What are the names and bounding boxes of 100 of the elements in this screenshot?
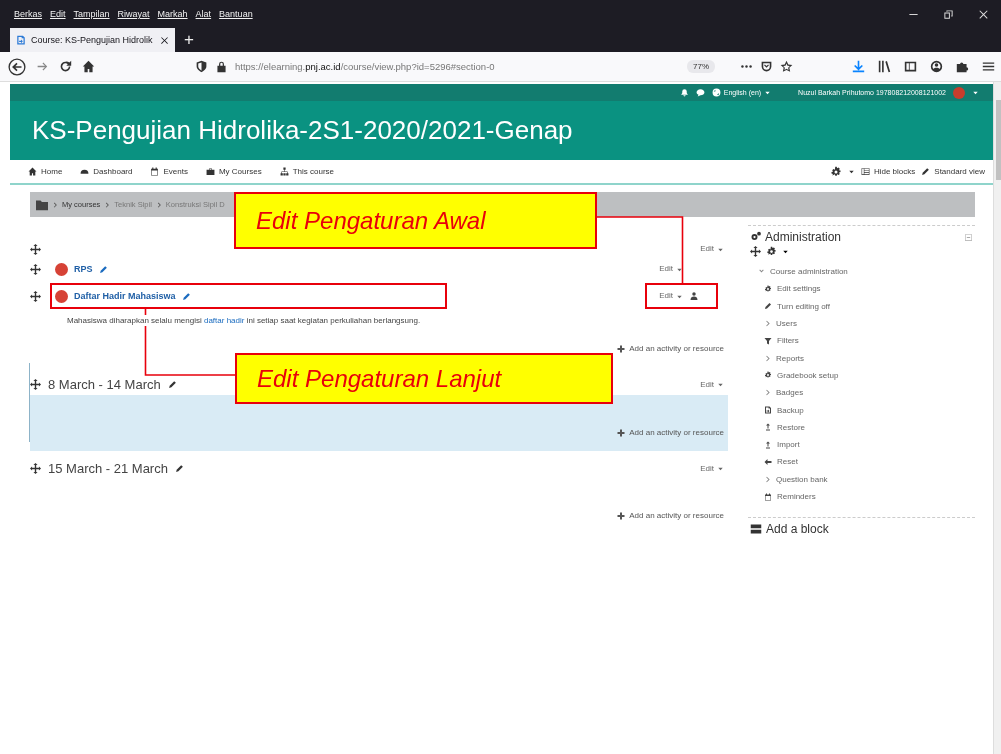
settings-icon[interactable] — [766, 246, 777, 257]
nav-link[interactable]: Hide blocks — [860, 167, 916, 176]
callout-label: Edit Pengaturan Lanjut — [235, 353, 613, 404]
menu-item[interactable]: Berkas — [14, 9, 42, 19]
tree-node[interactable]: Course administration — [750, 263, 973, 281]
sidebar-icon[interactable] — [904, 60, 917, 73]
bookmark-star-icon[interactable] — [780, 60, 793, 73]
chevron-right-icon — [104, 201, 111, 208]
move-icon[interactable] — [30, 463, 41, 474]
description-link[interactable]: daftar hadir — [203, 316, 245, 325]
menu-icon[interactable] — [982, 60, 995, 73]
download-icon[interactable] — [852, 60, 865, 73]
new-tab-button[interactable]: + — [175, 28, 203, 52]
admin-link[interactable]: Backup — [750, 401, 973, 419]
activity-icon — [55, 262, 68, 276]
account-icon[interactable] — [930, 60, 943, 73]
nav-link[interactable]: Home — [28, 167, 63, 176]
section-title: 8 March - 14 March — [48, 377, 161, 392]
admin-link[interactable]: Users — [750, 314, 973, 333]
pencil-icon — [764, 302, 772, 311]
menu-item[interactable]: Markah — [157, 9, 188, 19]
admin-link[interactable]: Reports — [750, 349, 973, 367]
menu-item[interactable]: Alat — [195, 9, 212, 19]
admin-link[interactable]: Filters — [750, 332, 973, 350]
move-icon[interactable] — [30, 243, 41, 255]
nav-link[interactable]: Dashboard — [80, 167, 133, 176]
menu-item[interactable]: Edit — [50, 9, 66, 19]
reload-button[interactable] — [59, 60, 72, 73]
menu-item[interactable]: Bantuan — [219, 9, 253, 19]
forward-button[interactable] — [36, 60, 49, 73]
nav-link[interactable]: Events — [150, 167, 188, 176]
block-icon — [750, 523, 762, 536]
nav-link[interactable]: My Courses — [205, 167, 262, 176]
settings-icon[interactable] — [829, 165, 842, 178]
nav-link[interactable]: Standard view — [921, 167, 985, 176]
home-button[interactable] — [82, 60, 95, 73]
chevron-right-icon — [764, 320, 771, 328]
move-icon[interactable] — [30, 290, 41, 302]
person-icon[interactable] — [690, 292, 698, 300]
admin-link[interactable]: Turn editing off — [750, 297, 973, 315]
pencil-icon[interactable] — [174, 464, 184, 473]
caret-icon[interactable] — [847, 168, 855, 175]
briefcase-icon — [205, 167, 215, 176]
upload-icon — [764, 440, 772, 449]
block-title: Administration — [765, 230, 843, 244]
move-icon[interactable] — [30, 263, 41, 275]
edit-menu[interactable]: Edit — [659, 290, 687, 302]
menu-item[interactable]: Riwayat — [117, 9, 150, 19]
calendar-icon — [764, 492, 772, 501]
admin-link[interactable]: Reset — [750, 453, 973, 471]
caret-icon — [717, 381, 724, 388]
gears-icon — [750, 231, 762, 243]
close-icon[interactable] — [160, 35, 169, 45]
activity-description: Mahasiswa diharapkan selalu mengisi daftar hadir ini setiap saat kegiatan perkuliahan berlangsung. — [67, 315, 421, 326]
chevron-right-icon — [155, 201, 162, 208]
move-icon[interactable] — [30, 379, 41, 390]
admin-link[interactable]: Question bank — [750, 470, 973, 488]
add-activity-link[interactable]: Add an activity or resource — [617, 343, 724, 354]
admin-link[interactable]: Badges — [750, 384, 973, 402]
pencil-icon[interactable] — [167, 380, 177, 389]
admin-link[interactable]: Gradebook setup — [750, 366, 973, 385]
browser-tab[interactable]: Course: KS-Pengujian Hidrolik — [10, 28, 175, 52]
add-activity-link[interactable]: Add an activity or resource — [617, 427, 724, 438]
admin-link[interactable]: Reminders — [750, 487, 973, 506]
nav-link[interactable]: This course — [279, 167, 334, 176]
admin-link[interactable]: Import — [750, 435, 973, 454]
edit-menu[interactable]: Edit — [700, 378, 728, 391]
admin-link[interactable]: Edit settings — [750, 280, 973, 298]
edit-menu[interactable]: Edit — [700, 243, 728, 255]
folder-icon — [36, 198, 48, 211]
add-block-link[interactable]: Add a block — [748, 518, 975, 541]
chevron-right-icon — [764, 389, 771, 397]
chevron-right-icon — [764, 475, 771, 483]
admin-link[interactable]: Restore — [750, 418, 973, 436]
pencil-icon[interactable] — [181, 291, 191, 301]
activity-link[interactable]: Daftar Hadir Mahasiswa — [74, 291, 176, 301]
scrollbar[interactable] — [993, 82, 1001, 754]
move-icon[interactable] — [750, 246, 761, 257]
back-button[interactable] — [8, 57, 26, 76]
activity-icon — [55, 289, 68, 303]
chat-icon[interactable] — [695, 88, 705, 97]
bell-icon[interactable] — [679, 88, 689, 97]
file-icon — [764, 406, 772, 414]
pencil-icon[interactable] — [98, 264, 108, 274]
url-field[interactable]: https://elearning.pnj.ac.id/course/view.php?id=5296#section-0 — [235, 61, 680, 72]
chevron-right-icon — [764, 354, 771, 362]
library-icon[interactable] — [878, 60, 891, 73]
edit-menu[interactable]: Edit — [659, 263, 687, 275]
menu-item[interactable]: Tampilan — [73, 9, 110, 19]
gauge-icon — [80, 167, 90, 176]
pocket-icon[interactable] — [760, 60, 773, 73]
extension-icon[interactable] — [956, 60, 969, 73]
add-activity-link[interactable]: Add an activity or resource — [617, 510, 724, 521]
zoom-level-button[interactable]: 77% — [687, 60, 715, 73]
edit-menu[interactable]: Edit — [700, 462, 728, 475]
settings-icon — [764, 284, 772, 293]
activity-link[interactable]: RPS — [74, 264, 93, 274]
caret-icon[interactable] — [782, 248, 789, 255]
plus-icon — [617, 344, 626, 353]
filter-icon — [764, 336, 772, 345]
